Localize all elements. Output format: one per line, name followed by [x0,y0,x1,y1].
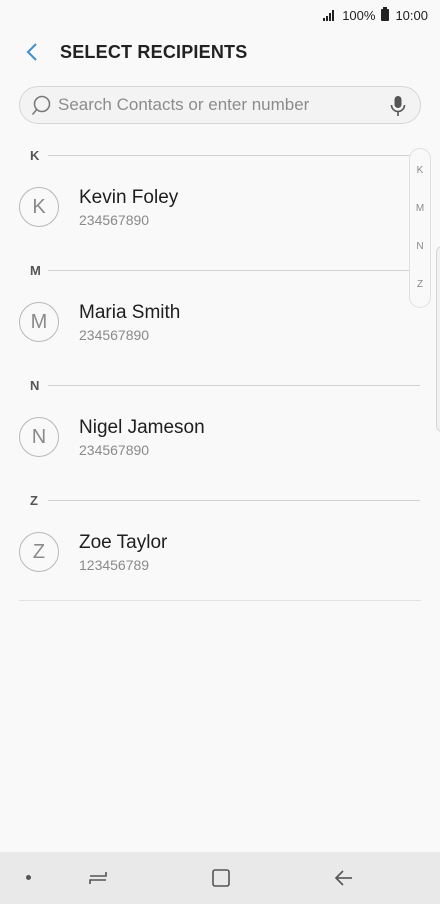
status-bar: 100% 10:00 [0,0,440,30]
contact-name: Nigel Jameson [79,417,205,438]
section-divider [48,154,420,156]
avatar: N [19,417,59,457]
section-letter: K [30,147,40,163]
search-icon [32,95,51,116]
index-letter-n[interactable]: N [410,241,430,252]
signal-icon [323,9,335,21]
section-divider [48,499,420,501]
contact-row-kevin-foley[interactable]: K Kevin Foley 234567890 [0,177,400,237]
battery-percent: 100% [342,7,376,23]
chevron-left-icon [26,43,37,61]
contact-number: 123456789 [79,557,150,573]
contact-name: Kevin Foley [79,187,179,208]
avatar: K [19,187,59,227]
section-divider [48,384,420,386]
contact-number: 234567890 [79,442,150,458]
back-button[interactable] [20,40,44,64]
contact-number: 234567890 [79,327,150,343]
contact-name: Maria Smith [79,302,181,323]
battery-icon [381,7,390,21]
section-header-n: N [30,377,420,393]
contact-number: 234567890 [79,212,150,228]
section-header-k: K [30,147,420,163]
back-arrow-icon[interactable] [332,866,356,890]
section-letter: N [30,377,40,393]
avatar: Z [19,532,59,572]
header: SELECT RECIPIENTS [0,32,440,72]
home-icon[interactable] [209,866,233,890]
page-title: SELECT RECIPIENTS [60,42,248,62]
section-divider [48,269,420,271]
list-end-divider [19,600,421,601]
index-letter-m[interactable]: M [410,203,430,214]
contact-row-nigel-jameson[interactable]: N Nigel Jameson 234567890 [0,407,400,467]
avatar: M [19,302,59,342]
section-letter: M [30,262,41,278]
index-letter-k[interactable]: K [410,165,430,176]
index-letter-z[interactable]: Z [410,279,430,290]
mic-icon[interactable] [388,95,408,117]
clock: 10:00 [395,7,428,23]
contact-name: Zoe Taylor [79,532,168,553]
search-input[interactable] [58,87,378,123]
edge-panel-handle[interactable] [436,246,440,432]
section-header-z: Z [30,492,420,508]
search-bar[interactable] [19,86,421,124]
section-letter: Z [30,492,38,508]
contact-row-zoe-taylor[interactable]: Z Zoe Taylor 123456789 [0,522,400,582]
recents-icon[interactable] [86,866,110,890]
navigation-bar [0,852,440,904]
nav-dot-icon[interactable] [26,875,31,880]
index-scroller[interactable]: K M N Z [409,148,431,308]
contact-row-maria-smith[interactable]: M Maria Smith 234567890 [0,292,400,352]
section-header-m: M [30,262,420,278]
